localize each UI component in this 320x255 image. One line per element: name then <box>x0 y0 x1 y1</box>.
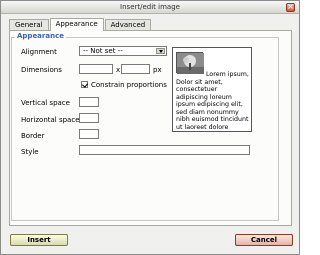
vertical-space-label: Vertical space <box>21 99 70 107</box>
horizontal-space-input[interactable] <box>79 113 99 123</box>
border-label: Border <box>21 132 45 140</box>
image-placeholder-icon <box>176 52 204 74</box>
constrain-proportions-checkbox[interactable] <box>81 81 88 88</box>
insert-button[interactable]: Insert <box>10 234 68 246</box>
tab-appearance[interactable]: Appearance <box>49 18 104 31</box>
close-button[interactable]: × <box>286 2 295 12</box>
height-input[interactable] <box>121 64 150 74</box>
preview-text: Lorem ipsum, Dolor sit amet, consectetue… <box>176 71 249 131</box>
constrain-proportions-label: Constrain proportions <box>91 81 167 89</box>
cancel-button[interactable]: Cancel <box>235 234 293 246</box>
border-input[interactable] <box>79 129 99 139</box>
chevron-down-icon[interactable] <box>156 48 165 54</box>
dimensions-label: Dimensions <box>21 66 62 74</box>
vertical-space-input[interactable] <box>79 97 99 107</box>
appearance-legend: Appearance <box>15 32 66 40</box>
unit-label: px <box>153 66 162 74</box>
alignment-selected-value: -- Not set -- <box>83 47 123 55</box>
insert-edit-image-dialog: Insert/edit image × General Appearance A… <box>0 0 300 255</box>
width-input[interactable] <box>79 64 113 74</box>
alignment-label: Alignment <box>21 48 57 56</box>
dialog-titlebar: Insert/edit image × <box>1 1 299 14</box>
alignment-select[interactable]: -- Not set -- <box>79 46 167 56</box>
close-icon: × <box>287 2 294 11</box>
dialog-title: Insert/edit image <box>120 3 180 11</box>
style-input[interactable] <box>79 145 250 155</box>
image-preview: Lorem ipsum, Dolor sit amet, consectetue… <box>172 47 252 132</box>
style-label: Style <box>21 148 39 156</box>
horizontal-space-label: Horizontal space <box>21 116 80 124</box>
dimension-separator: x <box>116 66 121 74</box>
